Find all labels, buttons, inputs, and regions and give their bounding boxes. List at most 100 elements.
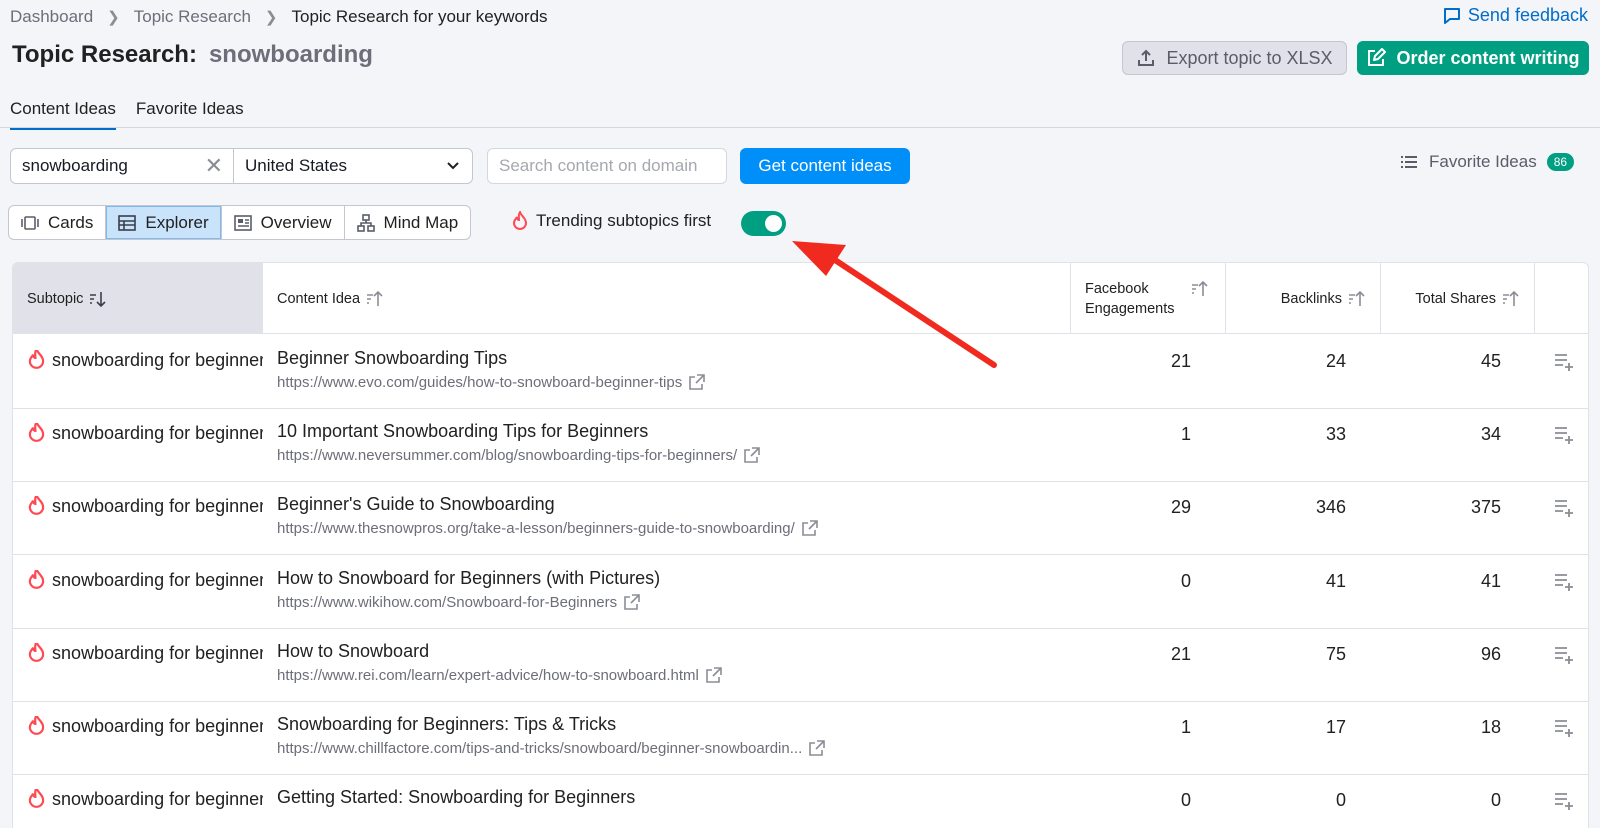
- flame-icon: [28, 569, 45, 589]
- view-mind-map-button[interactable]: Mind Map: [345, 206, 471, 239]
- content-idea-title[interactable]: How to Snowboard for Beginners (with Pic…: [277, 568, 1037, 589]
- topic-research-page: Dashboard ❯ Topic Research ❯ Topic Resea…: [0, 0, 1600, 828]
- favorite-ideas-link[interactable]: Favorite Ideas 86: [1399, 152, 1575, 172]
- export-xlsx-label: Export topic to XLSX: [1166, 47, 1333, 68]
- tabs-divider: [0, 127, 1600, 128]
- column-header-content-idea[interactable]: Content Idea: [263, 263, 384, 334]
- page-tabs: Content Ideas Favorite Ideas: [10, 99, 244, 130]
- column-header-facebook-engagements[interactable]: Facebook Engagements: [1070, 263, 1225, 334]
- edit-icon: [1368, 48, 1387, 66]
- subtopic-text: snowboarding for beginners: [52, 569, 263, 590]
- facebook-engagements-value: 29: [1170, 497, 1191, 518]
- tab-favorite-ideas[interactable]: Favorite Ideas: [136, 99, 244, 130]
- add-to-list-icon[interactable]: [1553, 496, 1575, 518]
- content-idea-title[interactable]: 10 Important Snowboarding Tips for Begin…: [277, 421, 1037, 442]
- external-link-icon[interactable]: [688, 374, 706, 391]
- subtopic-cell[interactable]: snowboarding for beginners: [27, 423, 263, 444]
- chevron-right-icon: ❯: [107, 9, 120, 26]
- send-feedback-label: Send feedback: [1467, 5, 1588, 25]
- backlinks-value: 24: [1325, 351, 1346, 371]
- trending-subtopics-toggle[interactable]: [741, 211, 786, 236]
- send-feedback-link[interactable]: Send feedback: [1442, 5, 1588, 26]
- backlinks-value: 17: [1325, 717, 1346, 737]
- column-content-idea-label: Content Idea: [277, 290, 361, 307]
- content-idea-title[interactable]: How to Snowboard: [277, 641, 1037, 662]
- favorite-ideas-label: Favorite Ideas: [1429, 152, 1537, 171]
- external-link-icon[interactable]: [705, 666, 722, 684]
- url-text: https://www.thesnowpros.org/take-a-lesso…: [277, 520, 795, 538]
- external-link-icon[interactable]: [808, 740, 826, 757]
- add-to-list-icon[interactable]: [1553, 350, 1575, 372]
- external-link-icon[interactable]: [623, 593, 640, 611]
- view-overview-button[interactable]: Overview: [222, 206, 345, 239]
- facebook-engagements-value: 0: [1180, 570, 1191, 591]
- sort-icon: [1503, 290, 1519, 306]
- total-shares-value: 0: [1490, 790, 1501, 811]
- cards-icon: [21, 215, 39, 230]
- external-link-icon[interactable]: [743, 447, 761, 464]
- content-idea-cell: Beginner's Guide to Snowboarding https://…: [277, 494, 1037, 537]
- total-shares-value: 375: [1470, 497, 1501, 518]
- column-header-backlinks[interactable]: Backlinks: [1225, 263, 1380, 334]
- content-idea-title[interactable]: Snowboarding for Beginners: Tips & Trick…: [277, 714, 1037, 735]
- total-shares-value: 41: [1480, 570, 1501, 591]
- view-explorer-button[interactable]: Explorer: [106, 206, 222, 239]
- country-select[interactable]: United States: [233, 148, 473, 184]
- add-to-list-icon[interactable]: [1553, 716, 1575, 738]
- external-link-icon[interactable]: [801, 520, 818, 537]
- subtopic-text: snowboarding for beginners: [52, 716, 263, 736]
- content-idea-cell: Beginner Snowboarding Tips https://www.ev…: [277, 348, 1037, 391]
- subtopic-cell[interactable]: snowboarding for beginners: [27, 350, 263, 371]
- list-icon: [1401, 156, 1417, 168]
- subtopic-cell[interactable]: snowboarding for beginners: [27, 642, 263, 664]
- breadcrumb-topic-research[interactable]: Topic Research: [134, 7, 251, 27]
- backlinks-value: 346: [1315, 497, 1346, 518]
- add-to-list-icon[interactable]: [1553, 423, 1575, 445]
- trending-subtopics-label: Trending subtopics first: [536, 211, 712, 230]
- upload-icon: [1138, 49, 1155, 66]
- keyword-value: snowboarding: [22, 156, 128, 175]
- subtopic-text: snowboarding for beginners: [52, 789, 263, 810]
- breadcrumb-dashboard[interactable]: Dashboard: [10, 7, 93, 27]
- total-shares-value: 18: [1480, 717, 1501, 737]
- total-shares-value: 96: [1480, 643, 1501, 664]
- view-switcher: Cards Explorer Overview Mind Map: [8, 205, 472, 240]
- table-row: snowboarding for beginners Getting Starte…: [13, 773, 1588, 828]
- column-total-shares-label: Total Shares: [1415, 290, 1496, 307]
- table-row: snowboarding for beginners How to Snowboa…: [13, 554, 1588, 629]
- backlinks-value: 41: [1325, 570, 1346, 591]
- view-overview-label: Overview: [260, 212, 332, 232]
- facebook-engagements-value: 1: [1180, 424, 1191, 445]
- column-header-total-shares[interactable]: Total Shares: [1380, 263, 1535, 334]
- feedback-icon: [1443, 7, 1460, 24]
- facebook-engagements-value: 21: [1170, 643, 1191, 664]
- chevron-right-icon: ❯: [264, 9, 278, 26]
- tab-content-ideas[interactable]: Content Ideas: [10, 99, 116, 130]
- table-row: snowboarding for beginners Beginner Snowb…: [13, 334, 1588, 409]
- add-to-list-icon[interactable]: [1553, 789, 1575, 811]
- export-xlsx-button[interactable]: Export topic to XLSX: [1122, 41, 1347, 75]
- clear-icon[interactable]: ✕: [205, 155, 223, 177]
- view-cards-button[interactable]: Cards: [9, 206, 107, 239]
- order-content-writing-button[interactable]: Order content writing: [1357, 41, 1589, 75]
- total-shares-value: 34: [1480, 424, 1501, 445]
- subtopic-cell[interactable]: snowboarding for beginners: [27, 496, 263, 517]
- add-to-list-icon[interactable]: [1553, 570, 1575, 592]
- content-idea-url: https://www.evo.com/guides/how-to-snowbo…: [277, 374, 1037, 391]
- subtopic-cell[interactable]: snowboarding for beginners: [27, 789, 263, 810]
- domain-search-input[interactable]: [487, 148, 727, 184]
- add-to-list-icon[interactable]: [1553, 643, 1575, 665]
- keyword-input[interactable]: snowboarding ✕: [10, 148, 234, 184]
- sort-icon: [1349, 290, 1365, 306]
- subtopic-cell[interactable]: snowboarding for beginners: [27, 716, 263, 737]
- breadcrumb: Dashboard ❯ Topic Research ❯ Topic Resea…: [10, 7, 548, 27]
- country-value: United States: [245, 156, 348, 175]
- subtopic-cell[interactable]: snowboarding for beginners: [27, 569, 263, 591]
- column-header-subtopic[interactable]: Subtopic: [13, 263, 263, 334]
- get-content-ideas-button[interactable]: Get content ideas: [740, 148, 910, 184]
- table-icon: [118, 214, 137, 231]
- content-idea-title[interactable]: Beginner's Guide to Snowboarding: [277, 494, 1037, 515]
- content-idea-title[interactable]: Getting Started: Snowboarding for Beginn…: [277, 787, 1037, 808]
- content-idea-title[interactable]: Beginner Snowboarding Tips: [277, 348, 1037, 369]
- page-title: Topic Research: snowboarding: [12, 41, 373, 69]
